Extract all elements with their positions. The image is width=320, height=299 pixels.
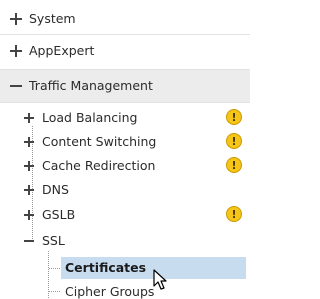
nav-item-label: Content Switching [42, 134, 157, 149]
tree-guide-line [49, 291, 60, 292]
divider [0, 34, 250, 35]
nav-item-label: AppExpert [29, 43, 95, 58]
nav-item-traffic-management[interactable]: Traffic Management [10, 78, 153, 93]
warning-icon: ! [226, 133, 242, 149]
warning-icon: ! [226, 206, 242, 222]
nav-item-cipher-groups[interactable]: Cipher Groups [65, 284, 154, 299]
expand-plus-icon[interactable] [24, 136, 34, 147]
expand-plus-icon[interactable] [10, 12, 22, 25]
nav-item-content-switching[interactable]: Content Switching [24, 134, 156, 149]
nav-item-system[interactable]: System [10, 11, 76, 26]
collapse-minus-icon[interactable] [24, 236, 34, 246]
nav-item-label: Load Balancing [42, 110, 138, 125]
nav-item-appexpert[interactable]: AppExpert [10, 43, 94, 58]
nav-item-load-balancing[interactable]: Load Balancing [24, 110, 137, 125]
navigation-tree: System AppExpert Traffic Management Load… [0, 0, 250, 299]
nav-item-label: Certificates [65, 260, 147, 275]
expand-plus-icon[interactable] [24, 160, 34, 171]
nav-item-label: System [29, 11, 76, 26]
expand-plus-icon[interactable] [24, 209, 34, 220]
expand-plus-icon[interactable] [24, 184, 34, 195]
nav-item-label: Cipher Groups [65, 284, 155, 299]
nav-item-label: DNS [42, 182, 69, 197]
tree-guide-line [49, 268, 60, 269]
nav-item-label: GSLB [42, 207, 76, 222]
nav-item-label: Cache Redirection [42, 158, 156, 173]
nav-item-label: SSL [42, 233, 65, 248]
warning-icon: ! [226, 157, 242, 173]
mouse-pointer-icon [153, 269, 167, 290]
warning-icon: ! [226, 109, 242, 125]
nav-item-cache-redirection[interactable]: Cache Redirection [24, 158, 155, 173]
collapse-minus-icon[interactable] [10, 80, 22, 92]
nav-item-label: Traffic Management [29, 78, 153, 93]
nav-item-gslb[interactable]: GSLB [24, 207, 75, 222]
nav-item-ssl[interactable]: SSL [24, 233, 65, 248]
expand-plus-icon[interactable] [10, 44, 22, 57]
nav-item-dns[interactable]: DNS [24, 182, 69, 197]
nav-item-certificates[interactable]: Certificates [65, 260, 146, 275]
divider [0, 102, 250, 103]
expand-plus-icon[interactable] [24, 112, 34, 123]
